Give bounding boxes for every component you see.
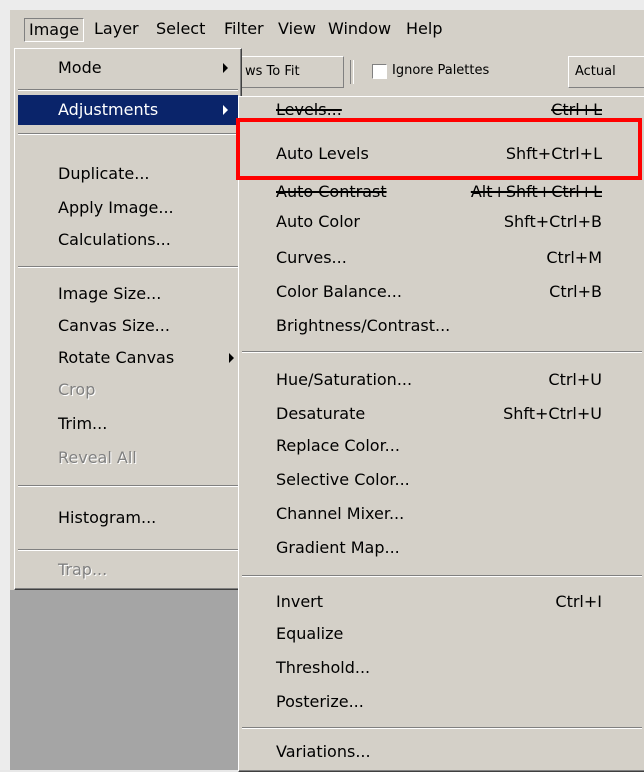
menu-item-label: Curves...	[276, 248, 347, 267]
menu-layer[interactable]: Layer	[90, 18, 143, 40]
menu-item-hue-saturation[interactable]: Hue/Saturation... Ctrl+U	[242, 365, 642, 395]
menu-item-apply-image[interactable]: Apply Image...	[18, 193, 238, 223]
menu-item-histogram[interactable]: Histogram...	[18, 503, 238, 533]
menu-item-label: Trap...	[58, 560, 108, 579]
menu-item-label: Adjustments	[58, 100, 159, 119]
submenu-arrow-icon	[229, 353, 234, 363]
submenu-arrow-icon	[223, 105, 228, 115]
menu-item-mode[interactable]: Mode	[18, 53, 238, 83]
menu-item-shortcut: Ctrl+M	[546, 248, 602, 267]
menu-item-variations[interactable]: Variations...	[242, 737, 642, 767]
image-menu-dropdown: Mode Adjustments Duplicate... Apply Imag…	[14, 48, 242, 590]
menu-item-label: Duplicate...	[58, 164, 150, 183]
menu-item-shortcut: Alt+Shft+Ctrl+L	[470, 182, 602, 201]
menu-item-rotate-canvas[interactable]: Rotate Canvas	[18, 343, 238, 373]
menu-item-label: Variations...	[276, 742, 371, 761]
menu-item-auto-color[interactable]: Auto Color Shft+Ctrl+B	[242, 207, 642, 237]
menu-item-color-balance[interactable]: Color Balance... Ctrl+B	[242, 277, 642, 307]
menu-help[interactable]: Help	[402, 18, 446, 40]
menu-item-auto-contrast[interactable]: Auto Contrast Alt+Shft+Ctrl+L	[242, 177, 642, 207]
menu-item-shortcut: Ctrl+B	[549, 282, 602, 301]
menu-item-label: Equalize	[276, 624, 344, 643]
menu-item-label: Hue/Saturation...	[276, 370, 413, 389]
menu-item-label: Image Size...	[58, 284, 162, 303]
menu-item-equalize[interactable]: Equalize	[242, 619, 642, 649]
menu-separator	[242, 351, 642, 353]
workspace-area	[10, 590, 238, 770]
adjustments-submenu: Levels... Ctrl+L Auto Levels Shft+Ctrl+L…	[238, 96, 644, 772]
menu-item-threshold[interactable]: Threshold...	[242, 653, 642, 683]
menu-separator	[18, 549, 238, 551]
menu-item-shortcut: Ctrl+U	[548, 370, 602, 389]
menu-separator	[242, 727, 642, 729]
menu-item-curves[interactable]: Curves... Ctrl+M	[242, 243, 642, 273]
menu-item-label: Invert	[276, 592, 324, 611]
menu-item-shortcut: Ctrl+I	[555, 592, 602, 611]
menu-item-label: Canvas Size...	[58, 316, 170, 335]
menu-item-label: Reveal All	[58, 448, 137, 467]
menu-item-label: Color Balance...	[276, 282, 402, 301]
photoshop-window: Image Layer Select Filter View Window He…	[0, 0, 644, 772]
menu-item-brightness-contrast[interactable]: Brightness/Contrast...	[242, 311, 642, 341]
menu-item-label: Channel Mixer...	[276, 504, 405, 523]
menu-item-selective-color[interactable]: Selective Color...	[242, 465, 642, 495]
annotation-highlight-box	[236, 118, 642, 180]
menu-item-duplicate[interactable]: Duplicate...	[18, 159, 238, 189]
menu-item-channel-mixer[interactable]: Channel Mixer...	[242, 499, 642, 529]
menu-item-reveal-all: Reveal All	[18, 443, 238, 473]
menu-item-adjustments[interactable]: Adjustments	[18, 95, 238, 125]
menu-item-trap: Trap...	[18, 555, 238, 585]
menu-item-crop: Crop	[18, 375, 238, 405]
frame-top	[0, 0, 644, 10]
menu-separator	[18, 485, 238, 487]
menu-item-label: Gradient Map...	[276, 538, 400, 557]
menu-item-canvas-size[interactable]: Canvas Size...	[18, 311, 238, 341]
menu-item-replace-color[interactable]: Replace Color...	[242, 431, 642, 461]
frame-left	[0, 0, 10, 770]
menu-separator	[18, 133, 238, 135]
menu-item-desaturate[interactable]: Desaturate Shft+Ctrl+U	[242, 399, 642, 429]
menu-item-label: Histogram...	[58, 508, 157, 527]
menu-item-shortcut: Shft+Ctrl+B	[503, 212, 602, 231]
menu-item-shortcut: Shft+Ctrl+U	[503, 404, 602, 423]
menu-view[interactable]: View	[274, 18, 320, 40]
menu-window[interactable]: Window	[324, 18, 395, 40]
menu-item-label: Auto Color	[276, 212, 361, 231]
menu-item-label: Crop	[58, 380, 96, 399]
ignore-palettes-checkbox[interactable]	[372, 64, 387, 79]
menu-filter[interactable]: Filter	[220, 18, 268, 40]
menu-item-label: Brightness/Contrast...	[276, 316, 451, 335]
menu-item-posterize[interactable]: Posterize...	[242, 687, 642, 717]
menu-item-label: Trim...	[58, 414, 108, 433]
menu-image[interactable]: Image	[24, 18, 85, 42]
menu-item-invert[interactable]: Invert Ctrl+I	[242, 587, 642, 617]
menu-item-image-size[interactable]: Image Size...	[18, 279, 238, 309]
ignore-palettes-label: Ignore Palettes	[392, 63, 490, 78]
menu-separator	[18, 89, 238, 91]
menu-item-label: Selective Color...	[276, 470, 410, 489]
menu-item-label: Calculations...	[58, 230, 171, 249]
menu-item-label: Apply Image...	[58, 198, 174, 217]
fit-on-screen-button[interactable]: ws To Fit	[238, 56, 344, 88]
actual-pixels-button[interactable]: Actual	[568, 56, 644, 88]
menu-item-label: Rotate Canvas	[58, 348, 175, 367]
menu-item-label: Auto Contrast	[276, 182, 387, 201]
menu-item-label: Desaturate	[276, 404, 366, 423]
menu-bar: Image Layer Select Filter View Window He…	[10, 14, 644, 44]
menu-select[interactable]: Select	[152, 18, 209, 40]
menu-item-label: Threshold...	[276, 658, 371, 677]
menu-item-label: Replace Color...	[276, 436, 400, 455]
submenu-arrow-icon	[223, 63, 228, 73]
menu-item-label: Posterize...	[276, 692, 364, 711]
menu-separator	[242, 575, 642, 577]
menu-item-label: Mode	[58, 58, 102, 77]
menu-item-trim[interactable]: Trim...	[18, 409, 238, 439]
menu-separator	[18, 266, 238, 268]
options-separator	[350, 60, 354, 84]
menu-item-calculations[interactable]: Calculations...	[18, 225, 238, 255]
menu-item-gradient-map[interactable]: Gradient Map...	[242, 533, 642, 563]
options-bar: ws To Fit Ignore Palettes Actual	[238, 52, 644, 92]
